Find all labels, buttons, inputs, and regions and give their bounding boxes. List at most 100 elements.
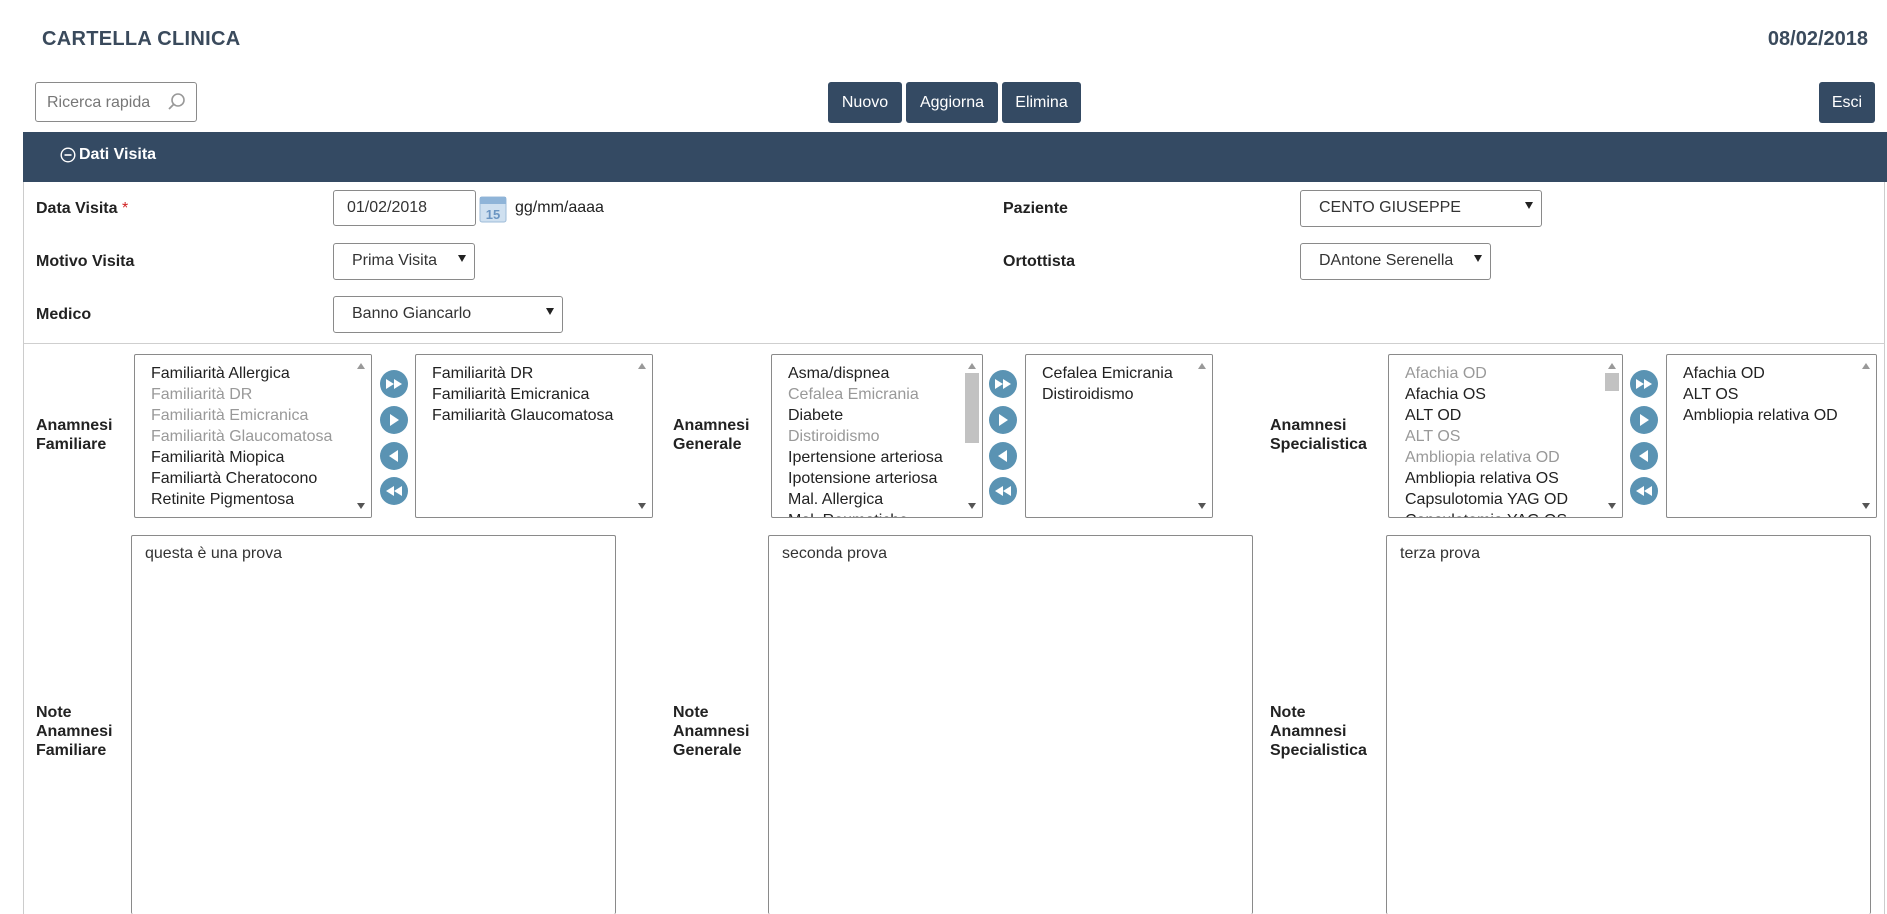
scrollbar[interactable] <box>633 355 652 517</box>
scroll-up-icon[interactable] <box>1608 363 1616 369</box>
selected-listbox[interactable]: Familiarità DR Familiarità Emicranica Fami… <box>415 354 653 518</box>
move-all-right-button[interactable] <box>988 369 1018 399</box>
move-left-button[interactable] <box>379 441 409 471</box>
left-icon[interactable] <box>1629 441 1659 471</box>
list-item[interactable]: Ambliopia relativa OD <box>1405 447 1600 468</box>
move-all-left-button[interactable] <box>988 476 1018 506</box>
scrollbar[interactable] <box>1193 355 1212 517</box>
scroll-down-icon[interactable] <box>1608 503 1616 509</box>
scroll-down-icon[interactable] <box>1862 503 1870 509</box>
left-icon[interactable] <box>379 441 409 471</box>
list-item[interactable]: Cefalea Emicrania <box>1042 363 1190 384</box>
minus-circle-icon[interactable] <box>60 147 76 163</box>
scroll-down-icon[interactable] <box>968 503 976 509</box>
double-right-icon[interactable] <box>379 369 409 399</box>
available-listbox[interactable]: Afachia OD Afachia OS ALT OD ALT OS Ambliopi… <box>1388 354 1623 518</box>
delete-button[interactable]: Elimina <box>1002 82 1081 123</box>
medico-select[interactable]: Banno Giancarlo <box>333 296 563 333</box>
scroll-thumb[interactable] <box>1605 373 1619 391</box>
list-item[interactable]: Distiroidismo <box>1042 384 1190 405</box>
list-item[interactable]: Familiarità Allergica <box>151 363 349 384</box>
double-left-icon[interactable] <box>988 476 1018 506</box>
scrollbar[interactable] <box>352 355 371 517</box>
list-item[interactable]: Familiarità DR <box>432 363 630 384</box>
scrollbar[interactable] <box>963 355 982 517</box>
scrollbar[interactable] <box>1857 355 1876 517</box>
note-textarea[interactable]: questa è una prova <box>131 535 616 914</box>
scroll-up-icon[interactable] <box>1198 363 1206 369</box>
list-item[interactable]: Familiarità Emicranica <box>432 384 630 405</box>
available-listbox[interactable]: Asma/dispnea Cefalea Emicrania Diabete Dist… <box>771 354 983 518</box>
list-item[interactable]: Capsulotomia YAG OS <box>1405 510 1600 517</box>
right-icon[interactable] <box>1629 405 1659 435</box>
scroll-up-icon[interactable] <box>357 363 365 369</box>
list-item[interactable]: Ambliopia relativa OS <box>1405 468 1600 489</box>
move-right-button[interactable] <box>988 405 1018 435</box>
list-item[interactable]: Ipertensione arteriosa <box>788 447 960 468</box>
list-item[interactable]: Afachia OS <box>1405 384 1600 405</box>
search-icon[interactable] <box>167 92 187 112</box>
double-left-icon[interactable] <box>379 476 409 506</box>
list-item[interactable]: Ambliopia relativa OD <box>1683 405 1854 426</box>
list-item[interactable]: Asma/dispnea <box>788 363 960 384</box>
list-item[interactable]: Mal. Allergica <box>788 489 960 510</box>
double-left-icon[interactable] <box>1629 476 1659 506</box>
list-item[interactable]: ALT OD <box>1405 405 1600 426</box>
move-right-button[interactable] <box>379 405 409 435</box>
paziente-select[interactable]: CENTO GIUSEPPE <box>1300 190 1542 227</box>
scrollbar[interactable] <box>1603 355 1622 517</box>
section-header-dati-visita[interactable]: Dati Visita <box>23 132 1887 182</box>
move-all-left-button[interactable] <box>379 476 409 506</box>
selected-listbox[interactable]: Afachia OD ALT OS Ambliopia relativa OD <box>1666 354 1877 518</box>
move-right-button[interactable] <box>1629 405 1659 435</box>
list-item[interactable]: ALT OS <box>1405 426 1600 447</box>
scroll-down-icon[interactable] <box>357 503 365 509</box>
list-item[interactable]: Familiarità Emicranica <box>151 405 349 426</box>
move-left-button[interactable] <box>988 441 1018 471</box>
list-item[interactable]: Distiroidismo <box>788 426 960 447</box>
list-item[interactable]: Afachia OD <box>1683 363 1854 384</box>
list-item[interactable]: Retinite Pigmentosa <box>151 489 349 510</box>
list-item[interactable]: Cefalea Emicrania <box>788 384 960 405</box>
ortottista-select[interactable]: DAntone Serenella <box>1300 243 1491 280</box>
scroll-up-icon[interactable] <box>1862 363 1870 369</box>
search-input[interactable] <box>45 92 169 114</box>
move-all-left-button[interactable] <box>1629 476 1659 506</box>
move-all-right-button[interactable] <box>1629 369 1659 399</box>
double-right-icon[interactable] <box>1629 369 1659 399</box>
list-item[interactable]: Mal. Reumatiche <box>788 510 960 517</box>
right-icon[interactable] <box>379 405 409 435</box>
list-item[interactable]: Familiarità Glaucomatosa <box>151 426 349 447</box>
list-item[interactable]: Familiarità Miopica <box>151 447 349 468</box>
selected-listbox[interactable]: Cefalea Emicrania Distiroidismo <box>1025 354 1213 518</box>
list-item[interactable]: Diabete <box>788 405 960 426</box>
data-visita-input[interactable]: 01/02/2018 <box>333 190 476 226</box>
scroll-thumb[interactable] <box>965 373 979 443</box>
exit-button[interactable]: Esci <box>1819 82 1875 123</box>
calendar-icon[interactable]: 15 <box>479 194 507 223</box>
double-right-icon[interactable] <box>988 369 1018 399</box>
motivo-visita-select[interactable]: Prima Visita <box>333 243 475 280</box>
right-icon[interactable] <box>988 405 1018 435</box>
available-listbox[interactable]: Familiarità Allergica Familiarità DR Famil… <box>134 354 372 518</box>
quick-search[interactable] <box>35 82 197 122</box>
scroll-down-icon[interactable] <box>638 503 646 509</box>
list-item[interactable]: Familiartà Cheratocono <box>151 468 349 489</box>
scroll-down-icon[interactable] <box>1198 503 1206 509</box>
scroll-up-icon[interactable] <box>968 363 976 369</box>
move-left-button[interactable] <box>1629 441 1659 471</box>
move-all-right-button[interactable] <box>379 369 409 399</box>
list-item[interactable]: Ipotensione arteriosa <box>788 468 960 489</box>
ortottista-value: DAntone Serenella <box>1319 252 1454 269</box>
left-icon[interactable] <box>988 441 1018 471</box>
scroll-up-icon[interactable] <box>638 363 646 369</box>
list-item[interactable]: Familiarità Glaucomatosa <box>432 405 630 426</box>
update-button[interactable]: Aggiorna <box>906 82 998 123</box>
list-item[interactable]: Familiarità DR <box>151 384 349 405</box>
new-button[interactable]: Nuovo <box>828 82 902 123</box>
note-textarea[interactable]: seconda prova <box>768 535 1253 914</box>
list-item[interactable]: Afachia OD <box>1405 363 1600 384</box>
list-item[interactable]: Capsulotomia YAG OD <box>1405 489 1600 510</box>
list-item[interactable]: ALT OS <box>1683 384 1854 405</box>
note-textarea[interactable]: terza prova <box>1386 535 1871 914</box>
